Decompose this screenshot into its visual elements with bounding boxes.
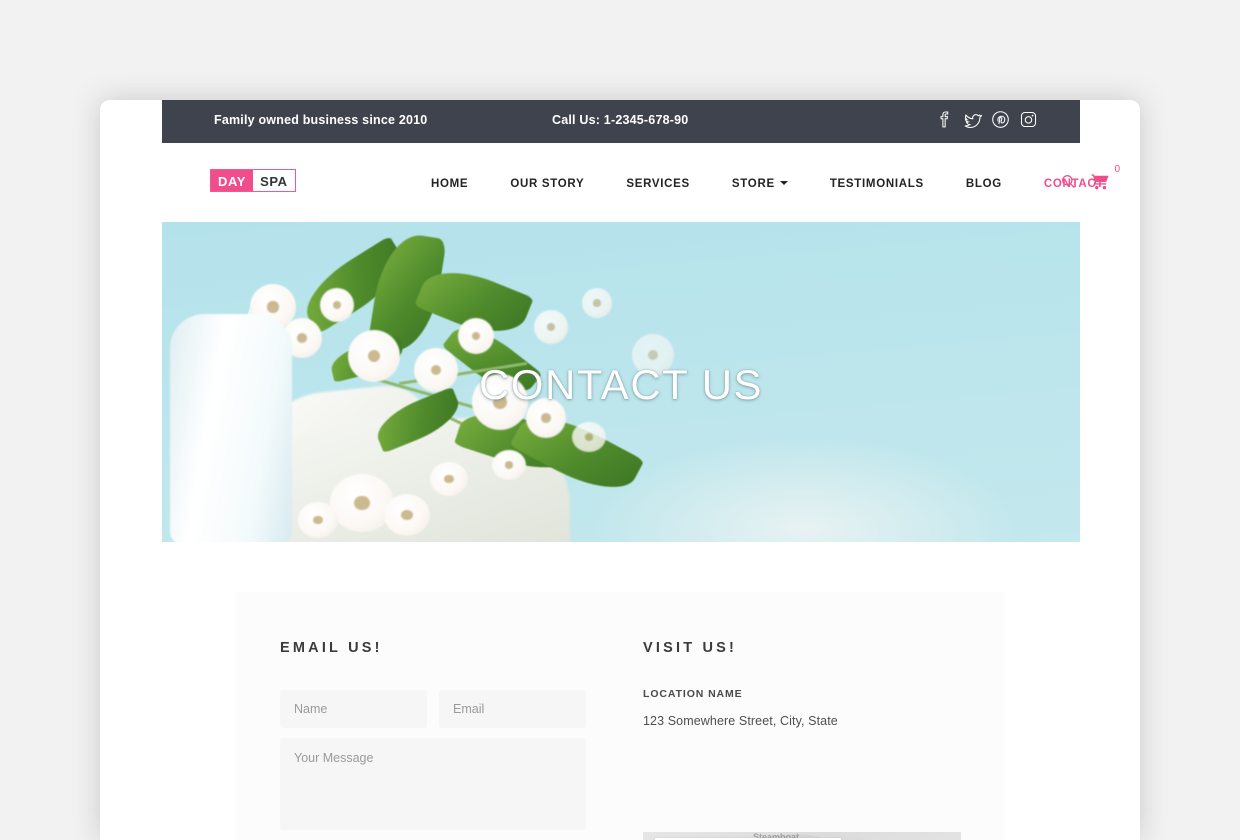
cart-count-badge: 0: [1114, 164, 1120, 175]
twitter-icon[interactable]: [963, 110, 982, 129]
nav-item-home[interactable]: HOME: [410, 176, 489, 192]
phone-number[interactable]: Call Us: 1-2345-678-90: [552, 113, 688, 127]
nav-item-testimonials[interactable]: TESTIMONIALS: [809, 176, 945, 192]
logo-day-text: DAY: [211, 170, 254, 191]
location-map[interactable]: Steamboat Roc Moun Nationa Yampa View la…: [643, 832, 961, 840]
instagram-icon[interactable]: [1019, 110, 1038, 129]
search-icon[interactable]: [1060, 173, 1077, 195]
browser-window: Family owned business since 2010 Call Us…: [100, 100, 1140, 840]
email-us-column: EMAIL US!: [280, 592, 586, 835]
nav-label: STORE: [731, 178, 775, 190]
blossom-decoration: [384, 494, 430, 536]
blossom-decoration: [458, 318, 494, 354]
tagline-text: Family owned business since 2010: [214, 113, 428, 127]
nav-label: TESTIMONIALS: [829, 178, 924, 190]
logo-spa-text: SPA: [260, 174, 288, 189]
blossom-decoration: [320, 288, 354, 322]
top-utility-bar: Family owned business since 2010 Call Us…: [162, 100, 1080, 143]
name-email-row: [280, 690, 586, 728]
blossom-decoration: [330, 474, 394, 532]
social-links: [935, 110, 1038, 129]
email-us-heading: EMAIL US!: [280, 640, 383, 656]
nav-item-services[interactable]: SERVICES: [605, 176, 711, 192]
chevron-down-icon: [779, 180, 788, 185]
page-title: CONTACT US: [478, 361, 764, 408]
nav-label: BLOG: [965, 178, 1002, 190]
blossom-decoration: [298, 502, 338, 538]
visit-us-heading: VISIT US!: [643, 640, 738, 656]
visit-us-column: VISIT US! LOCATION NAME 123 Somewhere St…: [643, 592, 963, 728]
contact-content-card: EMAIL US! VISIT US! LOCATION NAME 123 So…: [235, 592, 1005, 840]
blossom-decoration: [572, 422, 606, 452]
location-name-label: LOCATION NAME: [643, 688, 743, 700]
email-input[interactable]: [439, 690, 586, 728]
name-input[interactable]: [280, 690, 427, 728]
main-navbar: DAY SPA HOME OUR STORY SERVICES STORE TE…: [100, 143, 1140, 222]
primary-menu: HOME OUR STORY SERVICES STORE TESTIMONIA…: [410, 176, 1125, 192]
facebook-icon[interactable]: [935, 110, 954, 129]
location-address: 123 Somewhere Street, City, State: [643, 714, 838, 728]
shopping-cart-icon[interactable]: 0: [1091, 165, 1120, 195]
nav-item-store[interactable]: STORE: [711, 176, 809, 192]
message-textarea[interactable]: [280, 738, 586, 830]
nav-item-our-story[interactable]: OUR STORY: [489, 176, 605, 192]
candle-decoration: [170, 314, 292, 542]
navbar-tools: 0: [1060, 165, 1120, 195]
nav-label: SERVICES: [626, 178, 690, 190]
blossom-decoration: [430, 462, 468, 496]
nav-label: OUR STORY: [510, 178, 585, 190]
blossom-decoration: [534, 310, 568, 344]
site-logo[interactable]: DAY SPA: [210, 169, 296, 192]
blossom-decoration: [492, 450, 526, 480]
hero-banner: CONTACT US: [162, 222, 1080, 542]
pinterest-icon[interactable]: [991, 110, 1010, 129]
blossom-decoration: [582, 288, 612, 318]
nav-label: HOME: [431, 178, 469, 190]
nav-item-blog[interactable]: BLOG: [945, 176, 1023, 192]
